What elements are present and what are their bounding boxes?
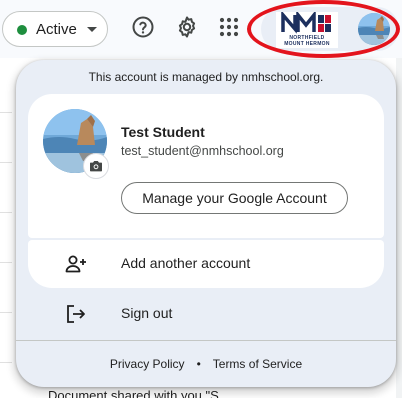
account-popup: This account is managed by nmhschool.org… xyxy=(16,60,396,387)
background-list-item[interactable]: Document shared with you "S xyxy=(48,388,219,398)
status-dot xyxy=(17,25,27,35)
user-email: test_student@nmhschool.org xyxy=(121,144,284,158)
manage-account-button[interactable]: Manage your Google Account xyxy=(121,182,348,214)
managed-by-text: This account is managed by nmhschool.org… xyxy=(88,70,324,84)
divider xyxy=(0,112,12,113)
privacy-policy-link[interactable]: Privacy Policy xyxy=(110,357,185,371)
change-photo-button[interactable] xyxy=(83,153,109,179)
account-switcher[interactable]: NORTHFIELD MOUNT HERMON xyxy=(261,7,399,51)
logout-icon xyxy=(67,305,85,323)
divider xyxy=(0,212,12,213)
footer-separator: • xyxy=(196,357,201,371)
popup-footer: Privacy Policy • Terms of Service xyxy=(16,357,396,371)
camera-icon xyxy=(90,161,102,172)
add-person-icon xyxy=(65,255,86,273)
sign-out-label: Sign out xyxy=(121,305,173,321)
top-bar: Active NORTHFIELD MOUNT HERMON xyxy=(0,0,402,58)
terms-of-service-link[interactable]: Terms of Service xyxy=(213,357,302,371)
gear-icon[interactable] xyxy=(175,15,199,39)
status-chip[interactable]: Active xyxy=(2,11,108,47)
profile-card: Test Student test_student@nmhschool.org … xyxy=(28,94,384,238)
help-icon[interactable] xyxy=(131,15,155,39)
brand-text-line2: MOUNT HERMON xyxy=(284,41,330,47)
sign-out-button[interactable]: Sign out xyxy=(28,290,384,338)
add-account-label: Add another account xyxy=(121,255,251,271)
chevron-down-icon xyxy=(87,27,97,32)
nmh-logo-icon xyxy=(281,12,332,34)
landscape-photo-icon xyxy=(358,13,390,45)
add-account-button[interactable]: Add another account xyxy=(28,240,384,288)
user-name: Test Student xyxy=(121,124,205,140)
status-label: Active xyxy=(36,21,77,38)
divider xyxy=(0,162,12,163)
divider xyxy=(0,362,12,363)
apps-icon[interactable] xyxy=(217,15,241,39)
divider xyxy=(0,262,12,263)
brand-logo: NORTHFIELD MOUNT HERMON xyxy=(276,12,338,48)
avatar[interactable] xyxy=(358,13,390,45)
divider xyxy=(0,312,12,313)
scrollbar[interactable] xyxy=(396,58,402,398)
divider xyxy=(16,340,396,341)
